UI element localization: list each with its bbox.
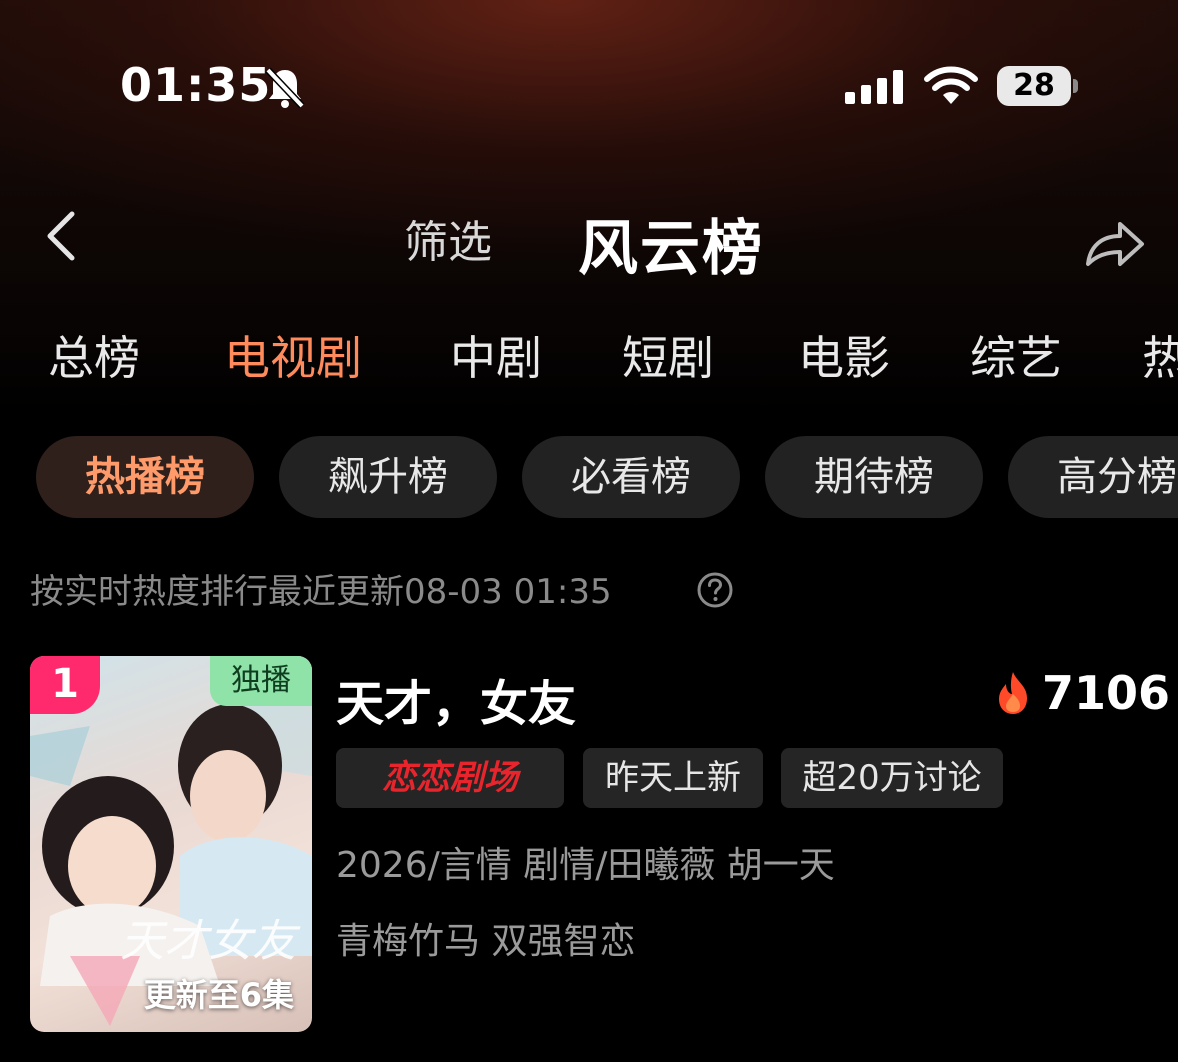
heat-score: 7106 [1042,666,1171,720]
new-release-tag[interactable]: 昨天上新 [583,748,763,808]
discussion-tag[interactable]: 超20万讨论 [781,748,1003,808]
tab-mid-drama[interactable]: 中剧 [450,322,542,388]
episode-update-label: 更新至6集 [143,976,294,1014]
category-tabs: 总榜 电视剧 中剧 短剧 电影 综艺 热 [0,322,1178,388]
tab-hot[interactable]: 热 [1142,322,1178,388]
battery-indicator: 28 [997,66,1081,108]
wifi-icon [924,66,978,104]
show-title[interactable]: 天才，女友 [336,664,576,734]
tab-movie[interactable]: 电影 [798,322,890,388]
subtab-high-score[interactable]: 高分榜 [1008,436,1178,518]
svg-text:天才女友: 天才女友 [120,916,301,967]
theater-tag[interactable]: 恋恋剧场 [336,748,564,808]
exclusive-badge: 独播 [210,656,312,706]
help-question-icon[interactable] [696,571,734,609]
tab-variety[interactable]: 综艺 [970,322,1062,388]
back-chevron-icon[interactable] [40,208,84,264]
subtab-must-watch[interactable]: 必看榜 [522,436,740,518]
battery-cap [1073,79,1078,93]
show-meta: 2026/言情 剧情/田曦薇 胡一天 [336,845,835,886]
status-time: 01:35 [120,58,272,112]
show-keywords: 青梅竹马 双强智恋 [336,921,636,962]
subtab-hot-playing[interactable]: 热播榜 [36,436,254,518]
rank-badge: 1 [30,656,100,714]
share-icon[interactable] [1080,212,1150,272]
flame-icon [999,672,1027,714]
page-title: 风云榜 [578,214,764,284]
ranking-sub-tabs: 热播榜 飙升榜 必看榜 期待榜 高分榜 [0,436,1178,518]
subtab-rising[interactable]: 飙升榜 [279,436,497,518]
ranking-update-note: 按实时热度排行最近更新08-03 01:35 [30,572,612,612]
tab-zongbang[interactable]: 总榜 [48,322,140,388]
filter-button[interactable]: 筛选 [404,206,492,270]
cellular-signal-icon [845,70,903,104]
battery-level: 28 [997,66,1071,106]
bell-muted-icon [265,67,305,109]
tab-short-drama[interactable]: 短剧 [622,322,714,388]
poster-image[interactable]: 天才女友 1 独播 更新至6集 [30,656,312,1032]
tab-tv-drama[interactable]: 电视剧 [224,322,362,388]
subtab-anticipated[interactable]: 期待榜 [765,436,983,518]
